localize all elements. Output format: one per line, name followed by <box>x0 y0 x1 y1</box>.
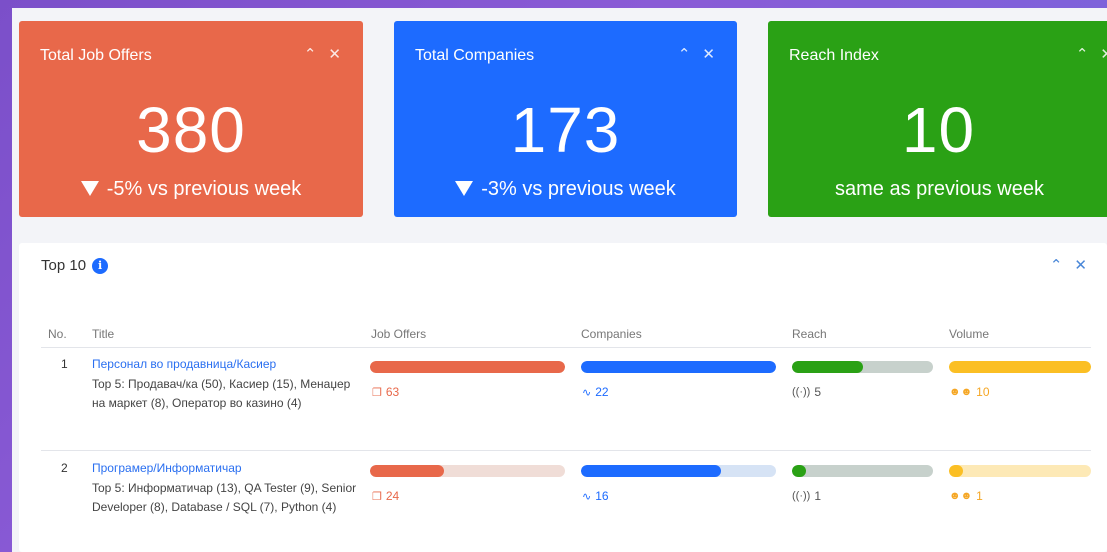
close-icon[interactable]: ✕ <box>1100 45 1107 63</box>
companies-bar-fill <box>581 465 722 477</box>
divider <box>41 450 1091 451</box>
col-header-reach[interactable]: Reach <box>792 327 827 341</box>
row-title-link[interactable]: Персонал во продавница/Касиер <box>92 357 276 371</box>
kpi-value: 10 <box>901 94 976 166</box>
job-offers-bar <box>370 361 565 373</box>
kpi-change: same as previous week <box>835 178 1044 200</box>
kpi-title: Total Job Offers <box>40 47 152 64</box>
kpi-card-job-offers: Total Job Offers ⌃ ✕ 380 -5% vs previous… <box>19 21 363 217</box>
copy-icon: ❐ <box>372 490 382 503</box>
kpi-card-reach-index: Reach Index ⌃ ✕ 10 same as previous week <box>768 21 1107 217</box>
col-header-no[interactable]: No. <box>48 327 67 341</box>
row-number: 1 <box>61 357 68 371</box>
companies-metric: ∿ 16 <box>582 489 609 503</box>
users-icon: ☻☻ <box>949 386 973 398</box>
chevron-up-icon[interactable]: ⌃ <box>1076 45 1089 63</box>
reach-metric: ((·)) 5 <box>792 385 822 399</box>
job-offers-bar-fill <box>370 465 445 477</box>
job-offers-bar <box>370 465 565 477</box>
reach-bar-fill <box>792 361 863 373</box>
kpi-change: -3% vs previous week <box>394 178 737 201</box>
chevron-up-icon[interactable]: ⌃ <box>1050 256 1063 274</box>
reach-bar <box>792 465 933 477</box>
close-icon[interactable]: ✕ <box>1074 256 1087 274</box>
triangle-down-icon <box>455 181 474 196</box>
job-offers-metric: ❐ 24 <box>372 489 400 503</box>
row-number: 2 <box>61 461 68 475</box>
volume-bar <box>949 465 1091 477</box>
info-icon[interactable]: i <box>92 257 109 274</box>
pulse-icon: ∿ <box>582 386 592 399</box>
row-description: Top 5: Продавач/ка (50), Касиер (15), Ме… <box>92 377 351 410</box>
users-icon: ☻☻ <box>949 490 973 502</box>
volume-bar-fill <box>949 361 1091 373</box>
col-header-companies[interactable]: Companies <box>581 327 642 341</box>
dashboard: Total Job Offers ⌃ ✕ 380 -5% vs previous… <box>12 8 1107 552</box>
broadcast-icon: ((·)) <box>792 490 811 502</box>
kpi-title: Total Companies <box>415 47 535 64</box>
kpi-change: -5% vs previous week <box>19 178 363 201</box>
triangle-down-icon <box>80 181 99 196</box>
kpi-value: 380 <box>136 94 246 166</box>
companies-bar <box>581 361 776 373</box>
close-icon[interactable]: ✕ <box>328 45 341 63</box>
kpi-title: Reach Index <box>789 47 879 64</box>
kpi-value: 173 <box>510 94 621 166</box>
reach-bar <box>792 361 933 373</box>
col-header-job-offers[interactable]: Job Offers <box>371 327 426 341</box>
volume-metric: ☻☻ 10 <box>949 385 990 399</box>
companies-metric: ∿ 22 <box>582 385 609 399</box>
broadcast-icon: ((·)) <box>792 386 811 398</box>
job-offers-bar-fill <box>370 361 565 373</box>
copy-icon: ❐ <box>372 386 382 399</box>
top10-panel: Top 10 i ⌃ ✕ No. Title Job Offers Compan… <box>19 243 1107 552</box>
col-header-volume[interactable]: Volume <box>949 327 989 341</box>
volume-metric: ☻☻ 1 <box>949 489 983 503</box>
companies-bar-fill <box>581 361 776 373</box>
reach-metric: ((·)) 1 <box>792 489 822 503</box>
chevron-up-icon[interactable]: ⌃ <box>304 45 317 63</box>
kpi-card-companies: Total Companies ⌃ ✕ 173 -3% vs previous … <box>394 21 737 217</box>
chevron-up-icon[interactable]: ⌃ <box>678 45 691 63</box>
companies-bar <box>581 465 776 477</box>
row-title-link[interactable]: Програмер/Информатичар <box>92 461 242 475</box>
volume-bar <box>949 361 1091 373</box>
col-header-title[interactable]: Title <box>92 327 114 341</box>
row-description: Top 5: Информатичар (13), QA Tester (9),… <box>92 481 357 514</box>
close-icon[interactable]: ✕ <box>702 45 715 63</box>
panel-title: Top 10 <box>41 257 87 274</box>
volume-bar-fill <box>949 465 964 477</box>
reach-bar-fill <box>792 465 807 477</box>
pulse-icon: ∿ <box>582 490 592 503</box>
job-offers-metric: ❐ 63 <box>372 385 400 399</box>
divider <box>41 347 1091 348</box>
